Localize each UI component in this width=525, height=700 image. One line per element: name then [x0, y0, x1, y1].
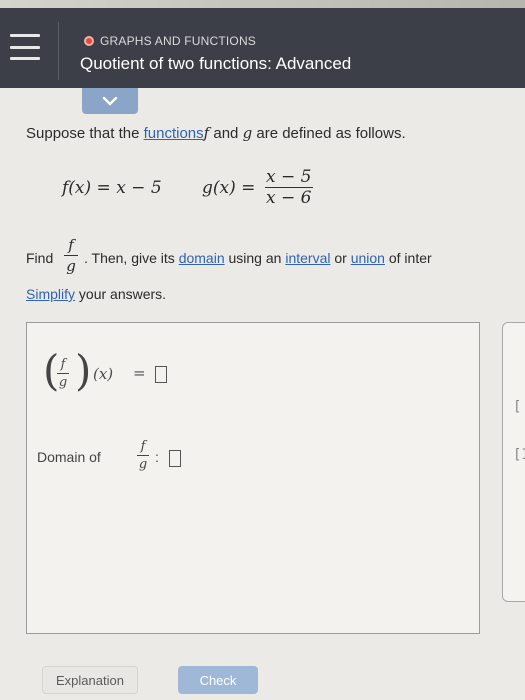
problem-intro: Suppose that the functionsf and g are de…	[26, 124, 406, 142]
f-definition: f(x) = x − 5	[62, 178, 162, 198]
header-divider	[58, 22, 59, 80]
fraction-bar	[57, 373, 69, 374]
interval-bracket-button[interactable]: [	[513, 399, 521, 415]
var-g: g	[242, 124, 253, 142]
header: GRAPHS AND FUNCTIONS Quotient of two fun…	[0, 8, 525, 88]
interval-link[interactable]: interval	[285, 250, 330, 266]
topic-dot-icon	[84, 36, 94, 46]
top-edge	[0, 0, 525, 8]
domain-answer-row: Domain of f g :	[37, 435, 237, 483]
menu-button[interactable]	[10, 34, 40, 60]
quotient-fraction: f g	[57, 357, 69, 390]
g-numerator: x − 5	[266, 167, 312, 187]
page-title: Quotient of two functions: Advanced	[80, 54, 352, 73]
quotient-input[interactable]	[155, 366, 167, 383]
check-button[interactable]: Check	[178, 666, 258, 694]
instruction-simplify: Simplify your answers.	[26, 286, 167, 302]
fraction-bar	[64, 255, 78, 256]
functions-link[interactable]: functions	[144, 125, 204, 142]
g-denominator: x − 6	[266, 188, 312, 208]
equals-sign: =	[133, 364, 146, 382]
domain-label: Domain of	[37, 449, 101, 465]
explanation-button[interactable]: Explanation	[42, 666, 138, 694]
find-instruction-text: . Then, give its domain using an interva…	[84, 250, 432, 266]
domain-input[interactable]	[169, 450, 181, 467]
interval-bracket-button[interactable]: [I	[513, 447, 525, 463]
simplify-link[interactable]: Simplify	[26, 286, 75, 302]
domain-fraction: f g	[137, 439, 149, 472]
topic-row: GRAPHS AND FUNCTIONS	[84, 34, 256, 48]
quotient-argument: (x)	[93, 365, 114, 383]
math-keypad-panel[interactable]: [ [I	[502, 322, 525, 602]
answer-area: ( f g ) (x) = Domain of f g :	[26, 322, 480, 634]
right-paren: )	[75, 346, 92, 395]
find-label: Find	[26, 250, 54, 266]
chevron-down-icon	[102, 96, 118, 106]
menu-icon-bar	[10, 34, 40, 37]
instruction-find: Find f g . Then, give its domain using a…	[26, 236, 525, 282]
find-fraction: f g	[64, 236, 78, 275]
menu-icon-bar	[10, 57, 40, 60]
domain-link[interactable]: domain	[179, 250, 225, 266]
quotient-answer-row: ( f g ) (x) =	[43, 347, 243, 401]
domain-colon: :	[155, 449, 159, 465]
function-definitions: f(x) = x − 5 g(x) = x − 5 x − 6	[62, 167, 362, 218]
fraction-bar	[137, 455, 149, 456]
union-link[interactable]: union	[351, 250, 385, 266]
g-definition-lhs: g(x) =	[202, 178, 256, 198]
collapse-toggle-button[interactable]	[82, 88, 138, 114]
g-definition-fraction: x − 5 x − 6	[262, 167, 315, 208]
topic-label: GRAPHS AND FUNCTIONS	[100, 34, 257, 48]
menu-icon-bar	[10, 45, 40, 49]
